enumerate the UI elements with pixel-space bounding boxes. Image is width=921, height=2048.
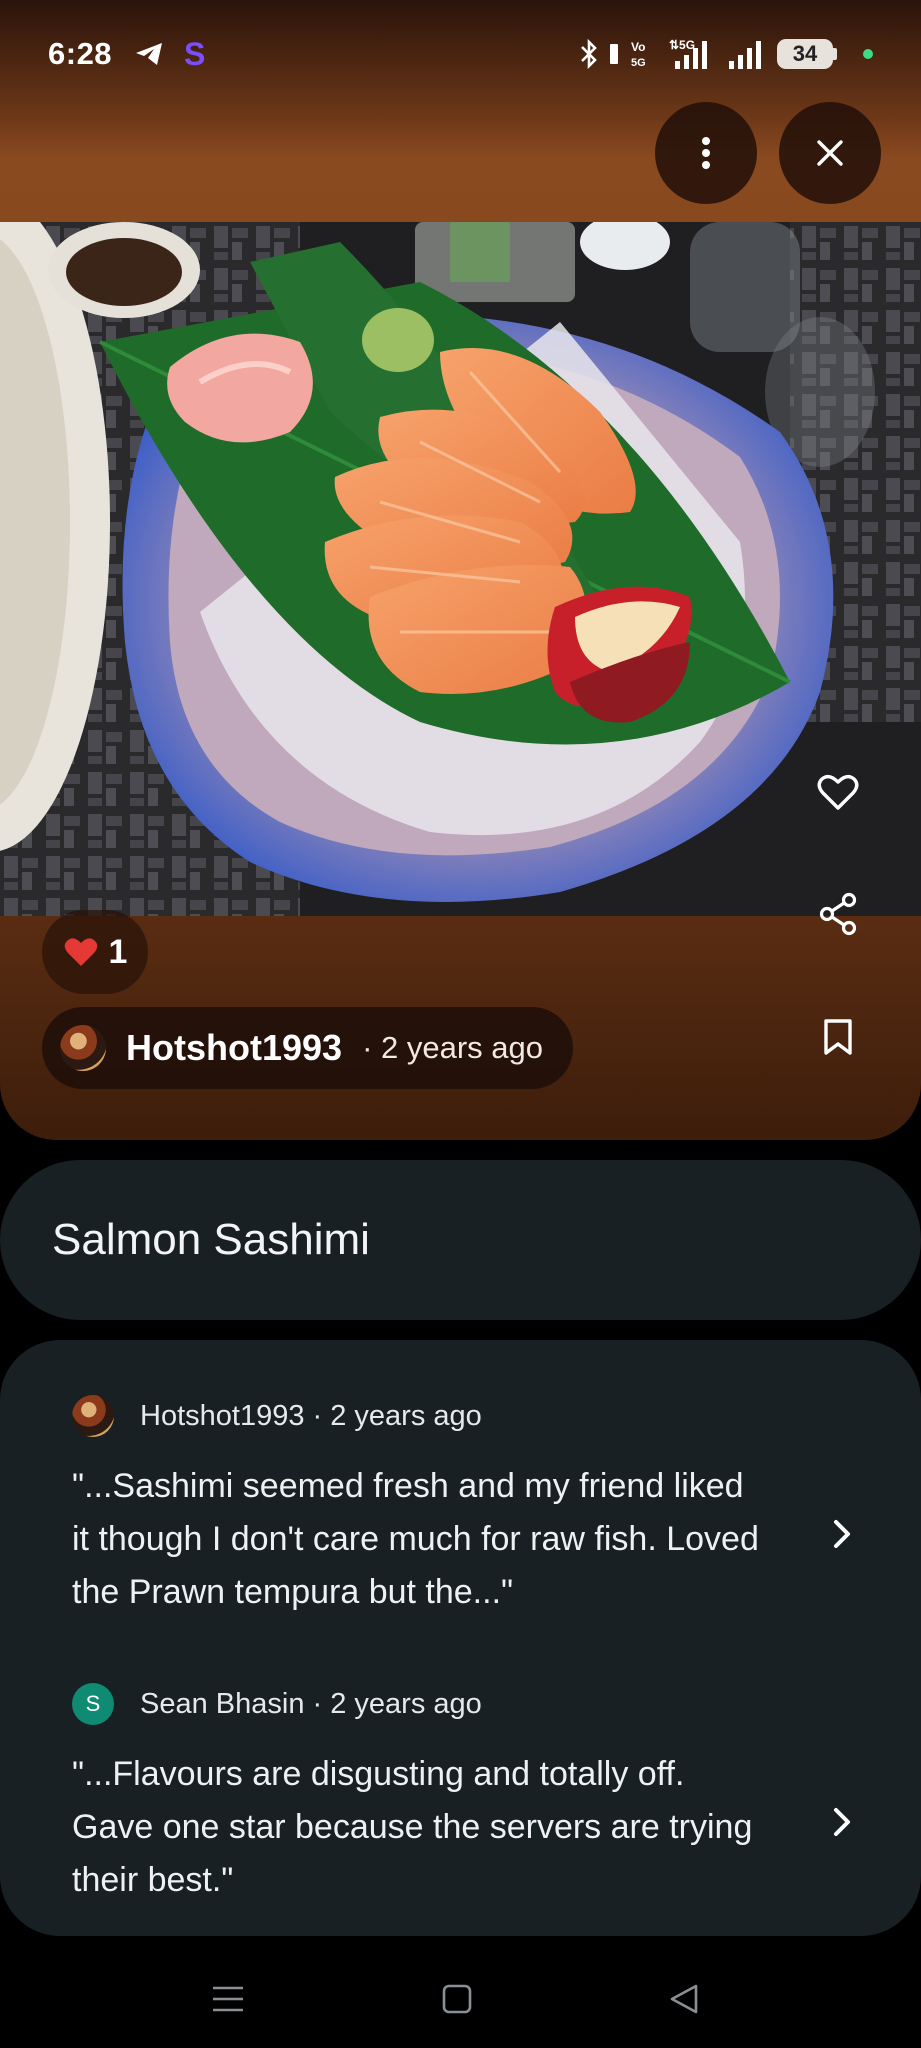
share-icon	[819, 892, 857, 936]
nav-back-button[interactable]	[660, 1975, 708, 2023]
bookmark-button[interactable]	[808, 1007, 868, 1067]
bluetooth-icon	[581, 38, 597, 70]
author-chip[interactable]: Hotshot1993 · 2 years ago	[42, 1007, 573, 1089]
like-button[interactable]	[808, 762, 868, 822]
nav-home-button[interactable]	[433, 1975, 481, 2023]
status-time: 6:28	[48, 36, 113, 71]
more-vertical-icon	[702, 137, 710, 169]
review-meta: Sean Bhasin · 2 years ago	[140, 1687, 482, 1720]
food-photo[interactable]	[0, 222, 921, 916]
heart-filled-icon	[64, 938, 97, 966]
review-quote: "...Flavours are disgusting and totally …	[72, 1755, 753, 1899]
reaction-count: 1	[108, 932, 128, 971]
menu-icon	[213, 1986, 243, 2012]
status-right: Vo 5G ⇅5G 34	[579, 37, 873, 71]
dish-title: Salmon Sashimi	[52, 1215, 370, 1264]
close-button[interactable]	[779, 102, 881, 204]
dish-title-card: Salmon Sashimi	[0, 1160, 921, 1320]
battery-tip	[833, 48, 837, 60]
review-item[interactable]: Hotshot1993 · 2 years ago "...Sashimi se…	[72, 1390, 872, 1619]
signal-icon	[729, 41, 761, 69]
share-button[interactable]	[808, 884, 868, 944]
signal-5g-icon: ⇅5G	[669, 38, 707, 69]
svg-text:Vo: Vo	[631, 40, 645, 54]
review-open-button[interactable]	[822, 1514, 862, 1554]
more-options-button[interactable]	[655, 102, 757, 204]
telegram-icon	[136, 43, 163, 65]
chevron-right-icon	[834, 1808, 850, 1836]
battery-indicator: 34	[777, 39, 833, 69]
review-avatar	[72, 1395, 114, 1437]
status-app-icons: S	[134, 38, 208, 70]
review-header: S Sean Bhasin · 2 years ago	[72, 1678, 872, 1730]
chevron-right-icon	[834, 1520, 850, 1548]
avatar	[60, 1025, 106, 1071]
svg-text:⇅5G: ⇅5G	[669, 38, 695, 52]
photo-card: 6:28 S Vo 5G ⇅5G 34 1 Hotshot1993 · 2 ye…	[0, 0, 921, 1140]
svg-text:5G: 5G	[631, 57, 646, 69]
privacy-indicator-dot	[863, 49, 873, 59]
sashimi-illustration	[0, 222, 921, 916]
volte-icon: Vo 5G	[631, 40, 646, 69]
review-meta: Hotshot1993 · 2 years ago	[140, 1399, 482, 1432]
status-bar: 6:28 S Vo 5G ⇅5G 34	[0, 0, 921, 108]
navigation-bar	[0, 1950, 921, 2048]
heart-outline-icon	[817, 774, 859, 810]
svg-text:S: S	[184, 38, 205, 70]
review-quote: "...Sashimi seemed fresh and my friend l…	[72, 1467, 759, 1611]
back-triangle-icon	[670, 1984, 698, 2014]
reaction-chip[interactable]: 1	[42, 910, 148, 994]
bookmark-icon	[824, 1019, 852, 1055]
review-avatar: S	[72, 1683, 114, 1725]
author-time: · 2 years ago	[362, 1030, 543, 1065]
review-header: Hotshot1993 · 2 years ago	[72, 1390, 872, 1442]
nav-recents-button[interactable]	[204, 1975, 252, 2023]
battery-saver-icon	[610, 44, 618, 64]
home-square-icon	[442, 1984, 472, 2014]
review-open-button[interactable]	[822, 1802, 862, 1842]
author-name: Hotshot1993	[126, 1027, 343, 1068]
close-icon	[817, 140, 843, 166]
reviews-card: Hotshot1993 · 2 years ago "...Sashimi se…	[0, 1340, 921, 1936]
review-item[interactable]: S Sean Bhasin · 2 years ago "...Flavours…	[72, 1678, 872, 1907]
app-s-icon: S	[184, 38, 205, 70]
